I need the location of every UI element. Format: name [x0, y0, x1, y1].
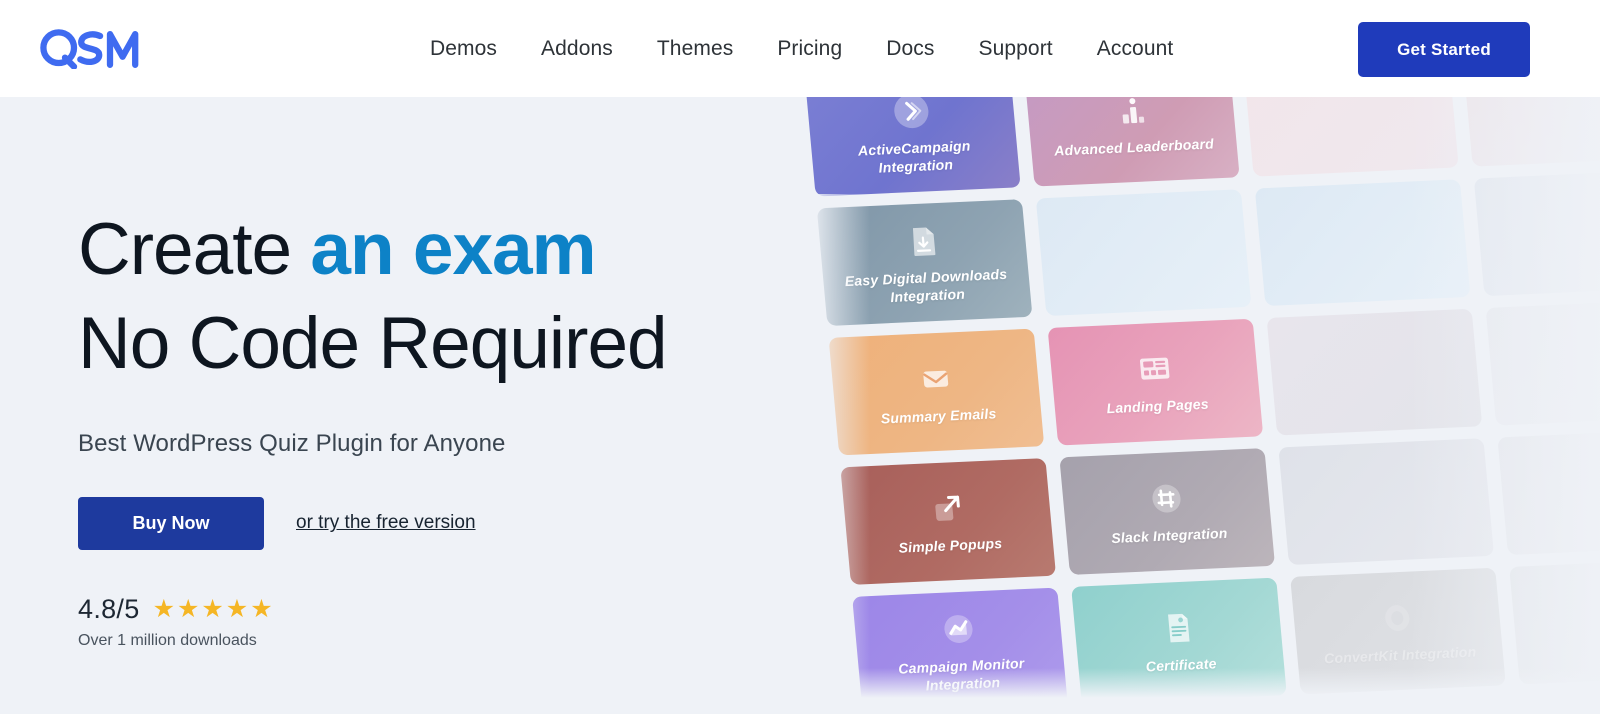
get-started-button[interactable]: Get Started [1358, 22, 1530, 77]
feature-card-label [1583, 362, 1600, 363]
site-header: Demos Addons Themes Pricing Docs Support… [0, 0, 1600, 97]
hero-copy: Create an exam No Code Required Best Wor… [78, 202, 838, 650]
nav-item-themes[interactable]: Themes [657, 37, 733, 61]
feature-card-label: Advanced Leaderboard [1053, 135, 1215, 159]
feature-card[interactable]: Landing Pages [1047, 318, 1264, 446]
feature-card-label [1595, 491, 1600, 492]
feature-card[interactable]: ConvertKit Integration [1290, 567, 1506, 695]
main-navigation: Demos Addons Themes Pricing Docs Support… [430, 0, 1173, 97]
star-rating-icon: ★★★★★ [152, 594, 275, 623]
rating-row: 4.8/5 ★★★★★ [78, 594, 838, 625]
feature-card[interactable] [1473, 169, 1600, 297]
qsm-logo-icon [40, 29, 139, 69]
feature-card-label [1134, 252, 1154, 253]
feature-card[interactable]: ActiveCampaign Integration [805, 97, 1021, 197]
hero-section: Create an exam No Code Required Best Wor… [0, 97, 1600, 714]
nav-item-addons[interactable]: Addons [541, 37, 613, 61]
podium-chart-icon [1109, 97, 1153, 131]
page-root: Demos Addons Themes Pricing Docs Support… [0, 0, 1600, 714]
rating-score: 4.8/5 [78, 593, 140, 624]
feature-card[interactable] [1485, 298, 1600, 426]
feature-card[interactable] [1509, 557, 1600, 685]
rating-block: 4.8/5 ★★★★★ Over 1 million downloads [78, 594, 838, 650]
feature-card[interactable] [1278, 438, 1495, 566]
feature-card-label: Simple Popups [897, 535, 1003, 556]
qsm-logo[interactable] [38, 26, 146, 70]
feature-card-label [1560, 103, 1580, 104]
feature-card[interactable]: Campaign Monitor Integration [852, 587, 1068, 714]
convertkit-icon [1375, 597, 1419, 639]
feature-card-label [1376, 501, 1396, 502]
feature-card-label [1341, 113, 1361, 114]
popup-arrow-icon [925, 488, 969, 530]
feature-card-label: Certificate [1145, 655, 1218, 675]
feature-card[interactable] [1035, 189, 1252, 317]
certificate-icon [1156, 607, 1200, 649]
feature-card[interactable] [1497, 428, 1600, 556]
headline-line-1: Create an exam [78, 209, 597, 290]
layout-page-icon [1132, 348, 1176, 390]
feature-card-label: Campaign Monitor Integration [897, 655, 1026, 693]
feature-card-label: Landing Pages [1105, 395, 1210, 417]
feature-card[interactable]: Easy Digital Downloads Integration [816, 199, 1033, 326]
feature-card-label [1353, 242, 1373, 243]
nav-item-docs[interactable]: Docs [886, 37, 934, 61]
feature-card-mosaic: ActiveCampaign Integration Advanced Leade… [805, 97, 1600, 714]
chart-up-icon [936, 609, 980, 651]
hero-subtitle: Best WordPress Quiz Plugin for Anyone [78, 429, 506, 457]
feature-card-label: ActiveCampaign Integration [857, 137, 972, 176]
feature-card-label: ConvertKit Integration [1323, 643, 1477, 667]
feature-card[interactable] [1462, 97, 1600, 167]
feature-card[interactable] [1254, 179, 1471, 307]
feature-card-label: Slack Integration [1110, 524, 1229, 547]
feature-card-label [1364, 372, 1384, 373]
nav-item-account[interactable]: Account [1097, 37, 1174, 61]
feature-card-label: Summary Emails [880, 405, 998, 427]
feature-card[interactable]: Certificate [1071, 577, 1287, 705]
nav-item-demos[interactable]: Demos [430, 37, 497, 61]
nav-item-pricing[interactable]: Pricing [777, 37, 842, 61]
feature-card[interactable]: Slack Integration [1059, 448, 1276, 575]
headline-accent: an exam [310, 209, 596, 290]
nav-item-support[interactable]: Support [978, 37, 1052, 61]
feature-card[interactable]: Advanced Leaderboard [1024, 97, 1240, 187]
feature-card-grid: ActiveCampaign Integration Advanced Leade… [805, 97, 1600, 714]
headline-plain: Create [78, 209, 311, 290]
feature-card[interactable] [1243, 97, 1459, 177]
hero-cta-row: Buy Now or try the free version [78, 496, 838, 550]
feature-card-label: Easy Digital Downloads Integration [844, 266, 1008, 305]
headline-line-2: No Code Required [78, 303, 668, 385]
slack-icon [1144, 478, 1188, 520]
free-version-link[interactable]: or try the free version [296, 512, 476, 534]
chevron-right-circle-icon [889, 97, 933, 132]
feature-card-label [1572, 232, 1592, 233]
buy-now-button[interactable]: Buy Now [78, 496, 264, 550]
page-title: Create an exam No Code Required [78, 202, 838, 393]
downloads-count: Over 1 million downloads [78, 631, 257, 649]
feature-card[interactable] [1266, 308, 1483, 436]
feature-card[interactable]: Summary Emails [828, 328, 1045, 456]
file-download-icon [901, 220, 945, 262]
envelope-icon [913, 358, 957, 400]
feature-card[interactable]: Simple Popups [840, 458, 1057, 585]
